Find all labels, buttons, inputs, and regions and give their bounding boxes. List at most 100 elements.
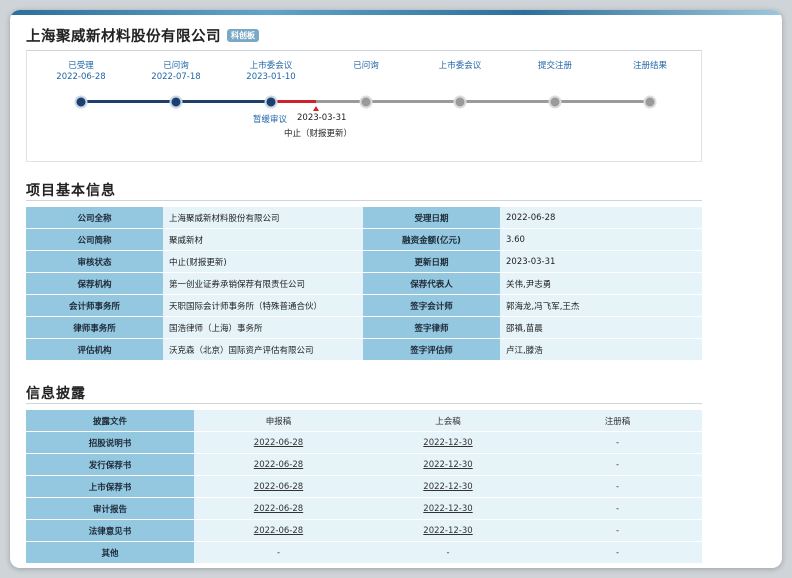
stage-4-label: 已问询 [353, 61, 379, 71]
document-link[interactable]: 2022-12-30 [423, 460, 472, 470]
info-label: 融资金额(亿元) [363, 228, 500, 251]
info-label: 审核状态 [26, 250, 163, 273]
table-row: 发行保荐书 2022-06-28 2022-12-30 - [26, 453, 702, 476]
company-header: 上海聚威新材料股份有限公司 科创板 [26, 24, 702, 46]
stage-5-dot [455, 97, 465, 107]
stop-marker-icon [313, 106, 319, 111]
info-value: 天职国际会计师事务所（特殊普通合伙） [163, 294, 363, 317]
suspend-label: 暂缓审议 [253, 115, 288, 125]
stage-3-label: 上市委会议 2023-01-10 [246, 61, 296, 82]
review-progress-timeline: 已受理 2022-06-28 已问询 2022-07-18 上市委会议 2023… [26, 51, 702, 162]
table-row: 审核状态 中止(财报更新) 更新日期 2023-03-31 [26, 250, 702, 273]
info-value: 中止(财报更新) [163, 250, 363, 273]
disclosure-doc-name: 发行保荐书 [26, 453, 194, 476]
disclosure-doc-name: 其他 [26, 541, 194, 564]
document-link[interactable]: 2022-12-30 [423, 438, 472, 448]
disclosure-cell: 2022-12-30 [363, 497, 533, 520]
info-value: 第一创业证券承销保荐有限责任公司 [163, 272, 363, 295]
info-label: 签字评估师 [363, 338, 500, 361]
info-label: 签字会计师 [363, 294, 500, 317]
top-banner-strip [10, 10, 782, 15]
info-label: 签字律师 [363, 316, 500, 339]
document-link[interactable]: 2022-06-28 [254, 460, 303, 470]
info-label: 律师事务所 [26, 316, 163, 339]
disclosure-title: 信息披露 [26, 386, 86, 402]
table-row: 公司全称 上海聚威新材料股份有限公司 受理日期 2022-06-28 [26, 207, 702, 229]
company-name: 上海聚威新材料股份有限公司 [26, 28, 221, 45]
stage-7-label: 注册结果 [632, 61, 668, 71]
disclosure-doc-name: 审计报告 [26, 497, 194, 520]
document-link[interactable]: 2022-12-30 [423, 526, 472, 536]
header-filing-draft: 申报稿 [194, 410, 363, 432]
basic-info-table: 公司全称 上海聚威新材料股份有限公司 受理日期 2022-06-28 公司简称 聚威新材融… [26, 207, 702, 361]
header-meeting-draft: 上会稿 [363, 410, 533, 432]
basic-info-title: 项目基本信息 [26, 183, 116, 199]
info-value: 郭海龙,冯飞军,王杰 [500, 294, 702, 317]
track-stopped [271, 100, 316, 103]
disclosure-table: 披露文件 申报稿 上会稿 注册稿 招股说明书 2022-06-28 2022-12-… [26, 410, 702, 564]
info-value: 聚威新材 [163, 228, 363, 251]
disclosure-cell-empty: - [533, 541, 702, 564]
disclosure-cell: 2022-06-28 [194, 453, 363, 476]
table-row: 保荐机构 第一创业证券承销保荐有限责任公司 保荐代表人 关伟,尹志勇 [26, 272, 702, 295]
info-value: 2023-03-31 [500, 250, 702, 273]
info-value: 3.60 [500, 228, 702, 251]
stage-1-dot [76, 97, 86, 107]
document-link[interactable]: 2022-06-28 [254, 504, 303, 514]
header-doc: 披露文件 [26, 410, 194, 432]
disclosure-cell: 2022-12-30 [363, 475, 533, 498]
disclosure-cell: 2022-06-28 [194, 497, 363, 520]
stage-1-label: 已受理 2022-06-28 [56, 61, 106, 82]
disclosure-cell-empty: - [533, 497, 702, 520]
header-registration-draft: 注册稿 [533, 410, 702, 432]
info-value: 沃克森（北京）国际资产评估有限公司 [163, 338, 363, 361]
info-label: 公司全称 [26, 207, 163, 229]
table-row: 律师事务所 国浩律师（上海）事务所 签字律师 邵禛,苗晨 [26, 316, 702, 339]
disclosure-cell: 2022-12-30 [363, 431, 533, 454]
disclosure-doc-name: 法律意见书 [26, 519, 194, 542]
info-value: 邵禛,苗晨 [500, 316, 702, 339]
info-label: 保荐代表人 [363, 272, 500, 295]
disclosure-cell-empty: - [194, 541, 363, 564]
stage-3-dot [266, 97, 276, 107]
browser-frame: 上海聚威新材料股份有限公司 科创板 已受理 2022-06-28 已问询 202… [10, 10, 782, 568]
stop-label: 中止（财报更新） [284, 129, 353, 139]
disclosure-cell-empty: - [533, 431, 702, 454]
table-row: 招股说明书 2022-06-28 2022-12-30 - [26, 431, 702, 454]
board-badge: 科创板 [227, 28, 259, 42]
stage-5-label: 上市委会议 [438, 61, 482, 71]
table-row: 其他 - - - [26, 541, 702, 564]
table-row: 法律意见书 2022-06-28 2022-12-30 - [26, 519, 702, 542]
document-link[interactable]: 2022-12-30 [423, 482, 472, 492]
document-link[interactable]: 2022-06-28 [254, 482, 303, 492]
document-link[interactable]: 2022-12-30 [423, 504, 472, 514]
table-row: 上市保荐书 2022-06-28 2022-12-30 - [26, 475, 702, 498]
disclosure-cell: 2022-12-30 [363, 453, 533, 476]
disclosure-cell: 2022-06-28 [194, 431, 363, 454]
stage-6-dot [550, 97, 560, 107]
info-value: 国浩律师（上海）事务所 [163, 316, 363, 339]
disclosure-cell-empty: - [533, 475, 702, 498]
table-row: 评估机构 沃克森（北京）国际资产评估有限公司 签字评估师 卢江,滕浩 [26, 338, 702, 361]
info-label: 更新日期 [363, 250, 500, 273]
stage-2-dot [171, 97, 181, 107]
table-row: 审计报告 2022-06-28 2022-12-30 - [26, 497, 702, 520]
info-label: 会计师事务所 [26, 294, 163, 317]
stage-7-dot [645, 97, 655, 107]
stage-6-label: 提交注册 [537, 61, 573, 71]
document-link[interactable]: 2022-06-28 [254, 438, 303, 448]
stage-4-dot [361, 97, 371, 107]
disclosure-cell-empty: - [533, 453, 702, 476]
disclosure-cell-empty: - [533, 519, 702, 542]
disclosure-doc-name: 招股说明书 [26, 431, 194, 454]
document-link[interactable]: 2022-06-28 [254, 526, 303, 536]
disclosure-cell-empty: - [363, 541, 533, 564]
basic-info-divider [26, 200, 702, 201]
table-row: 公司简称 聚威新材 融资金额(亿元) 3.60 [26, 228, 702, 251]
disclosure-divider [26, 403, 702, 404]
info-value: 卢江,滕浩 [500, 338, 702, 361]
stage-2-label: 已问询 2022-07-18 [151, 61, 201, 82]
disclosure-cell: 2022-06-28 [194, 519, 363, 542]
info-label: 受理日期 [363, 207, 500, 229]
info-value: 上海聚威新材料股份有限公司 [163, 207, 363, 229]
